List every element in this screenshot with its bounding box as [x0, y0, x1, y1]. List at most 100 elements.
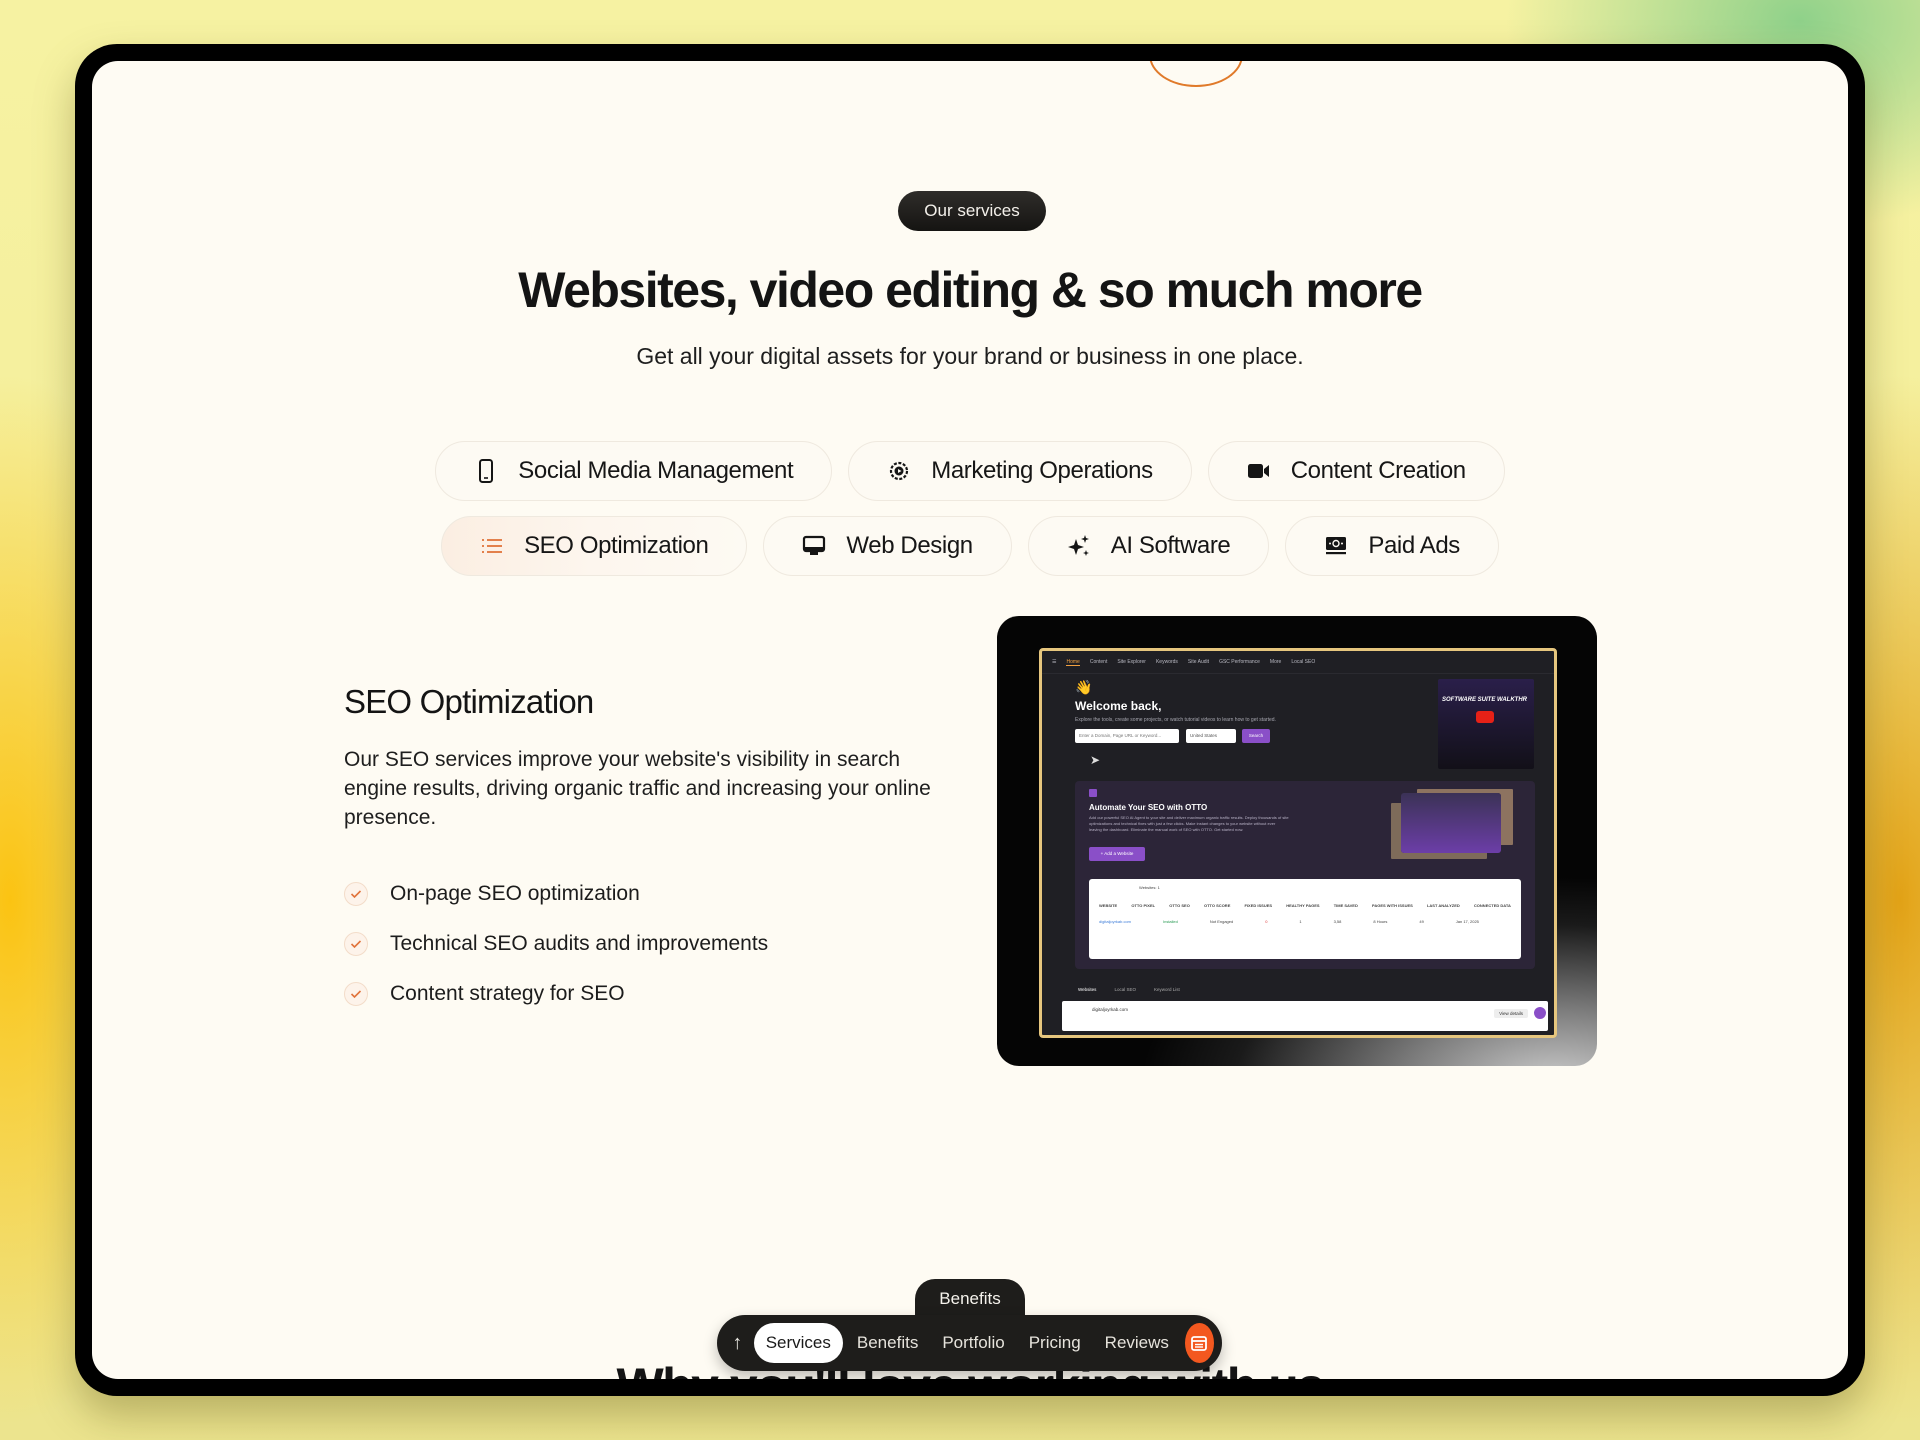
wave-emoji-icon: 👋: [1075, 679, 1093, 695]
smartphone-icon: [474, 459, 498, 483]
sparkles-icon: [1067, 534, 1091, 558]
td: 49: [1419, 919, 1424, 924]
tab-label: Social Media Management: [518, 457, 794, 484]
th: PAGES WITH ISSUES: [1371, 903, 1413, 908]
floating-nav: ↑ Services Benefits Portfolio Pricing Re…: [717, 1315, 1222, 1371]
feature-text: On-page SEO optimization: [390, 882, 640, 905]
preview-bottom-site: digitaljoyrkab.com: [1092, 1007, 1129, 1012]
tab-content-creation[interactable]: Content Creation: [1207, 441, 1505, 501]
preview-nav-item: Content: [1089, 659, 1108, 665]
video-camera-icon: [1247, 459, 1271, 483]
feature-text: Technical SEO audits and improvements: [390, 932, 769, 955]
th: OTTO PIXEL: [1131, 903, 1156, 908]
nav-item-reviews[interactable]: Reviews: [1095, 1323, 1179, 1363]
preview-view-details: View details: [1494, 1009, 1528, 1018]
th: LAST ANALYZED: [1426, 903, 1460, 908]
preview-bottom-tab: Local SEO: [1114, 987, 1136, 992]
feature-item: Technical SEO audits and improvements: [344, 919, 768, 969]
scroll-top-arrow-icon[interactable]: ↑: [725, 1323, 750, 1363]
tab-label: Content Creation: [1290, 457, 1466, 484]
tab-ai-software[interactable]: AI Software: [1027, 516, 1270, 576]
service-title: SEO Optimization: [344, 683, 594, 720]
feature-item: On-page SEO optimization: [344, 869, 768, 919]
preview-table-label: Websites: 1: [1139, 885, 1160, 890]
preview-bottom-row: digitaljoyrkab.com View details: [1062, 1001, 1548, 1031]
preview-video-title: SOFTWARE SUITE WALKTHR: [1442, 697, 1527, 703]
tab-marketing-operations[interactable]: Marketing Operations: [848, 441, 1192, 501]
tab-paid-ads[interactable]: Paid Ads: [1285, 516, 1499, 576]
nav-item-benefits[interactable]: Benefits: [847, 1323, 928, 1363]
nav-item-pricing[interactable]: Pricing: [1019, 1323, 1091, 1363]
th: FIXED ISSUES: [1244, 903, 1273, 908]
td: 1: [1299, 919, 1302, 924]
preview-table-header: WEBSITE OTTO PIXEL OTTO SEO OTTO SCORE F…: [1099, 903, 1511, 908]
preview-table: Websites: 1 WEBSITE OTTO PIXEL OTTO SEO …: [1089, 879, 1521, 959]
preview-country-select: United States: [1186, 729, 1236, 743]
preview-bottom-tab: Websites: [1078, 987, 1097, 992]
monitor-icon: [802, 534, 826, 558]
preview-nav-item: More: [1269, 659, 1282, 665]
check-icon: [344, 882, 368, 906]
nav-item-portfolio[interactable]: Portfolio: [932, 1323, 1014, 1363]
preview-search-button: Search: [1242, 729, 1270, 743]
check-icon: [344, 932, 368, 956]
preview-nav-item: Home: [1066, 658, 1080, 666]
calendar-booking-button[interactable]: [1184, 1323, 1214, 1363]
preview-otto-button: + Add a Website: [1089, 847, 1145, 861]
td: digitaljoyrkab.com: [1099, 919, 1132, 924]
feature-item: Content strategy for SEO: [344, 969, 768, 1019]
preview-welcome-sub: Explore the tools, create some projects,…: [1075, 717, 1276, 723]
tab-label: SEO Optimization: [524, 532, 709, 559]
th: TIME SAVED: [1333, 903, 1358, 908]
th: OTTO SCORE: [1203, 903, 1231, 908]
list-icon: [480, 534, 504, 558]
preview-nav-item: Site Audit: [1187, 659, 1210, 665]
service-tabs-row-2: SEO Optimization Web Design AI Software …: [92, 516, 1848, 576]
chat-bubble-icon: [1534, 1007, 1546, 1019]
gear-play-icon: [887, 459, 911, 483]
td: Not Engaged: [1209, 919, 1234, 924]
preview-menu-icon: ☰: [1052, 659, 1057, 665]
decorative-arc: [1149, 61, 1243, 87]
tab-social-media-management[interactable]: Social Media Management: [435, 441, 833, 501]
section-subheadline: Get all your digital assets for your bra…: [636, 343, 1304, 369]
preview-nav-item: Keywords: [1155, 659, 1178, 665]
preview-welcome: Welcome back,: [1075, 699, 1162, 713]
service-description: Our SEO services improve your website's …: [344, 748, 931, 829]
th: WEBSITE: [1099, 903, 1118, 908]
tab-web-design[interactable]: Web Design: [763, 516, 1012, 576]
th: OTTO SEO: [1169, 903, 1190, 908]
preview-video-thumbnail: SOFTWARE SUITE WALKTHR: [1438, 679, 1534, 769]
preview-app-window: ☰ Home Content Site Explorer Keywords Si…: [1039, 648, 1557, 1038]
check-icon: [344, 982, 368, 1006]
td: 8 Hours: [1373, 919, 1388, 924]
service-preview-image: ☰ Home Content Site Explorer Keywords Si…: [997, 616, 1597, 1066]
calendar-icon: [1191, 1336, 1208, 1351]
feature-text: Content strategy for SEO: [390, 982, 625, 1005]
nav-tooltip: Benefits: [915, 1279, 1025, 1319]
th: HEALTHY PAGES: [1286, 903, 1320, 908]
cursor-icon: ➤: [1090, 753, 1101, 767]
preview-otto-title: Automate Your SEO with OTTO: [1089, 803, 1208, 812]
preview-search-input: Enter a Domain, Page URL or Keyword...: [1075, 729, 1179, 743]
nav-item-services[interactable]: Services: [753, 1323, 843, 1363]
preview-table-row: digitaljoyrkab.com Installed Not Engaged…: [1099, 919, 1511, 924]
preview-nav-item: Local SEO: [1291, 659, 1316, 665]
preview-bottom-tab: Keyword List: [1153, 987, 1180, 992]
preview-otto-video: [1401, 793, 1501, 853]
money-icon: [1324, 534, 1348, 558]
section-headline: Websites, video editing & so much more: [518, 262, 1423, 318]
td: Installed: [1162, 919, 1178, 924]
device-frame: Our services Websites, video editing & s…: [75, 44, 1865, 1396]
td: 0: [1265, 919, 1268, 924]
section-badge: Our services: [898, 191, 1046, 231]
tab-seo-optimization[interactable]: SEO Optimization: [441, 516, 748, 576]
th: CONNECTED DATA: [1473, 903, 1511, 908]
preview-otto-card: Automate Your SEO with OTTO Add our powe…: [1075, 781, 1535, 969]
tab-label: Web Design: [846, 532, 973, 559]
otto-icon: [1089, 789, 1097, 797]
preview-otto-text: Add our powerful SEO AI Agent to your si…: [1089, 815, 1289, 832]
service-tabs-row-1: Social Media Management Marketing Operat…: [92, 441, 1848, 501]
preview-nav-item: GSC Performance: [1219, 659, 1260, 665]
tab-label: Paid Ads: [1368, 532, 1460, 559]
